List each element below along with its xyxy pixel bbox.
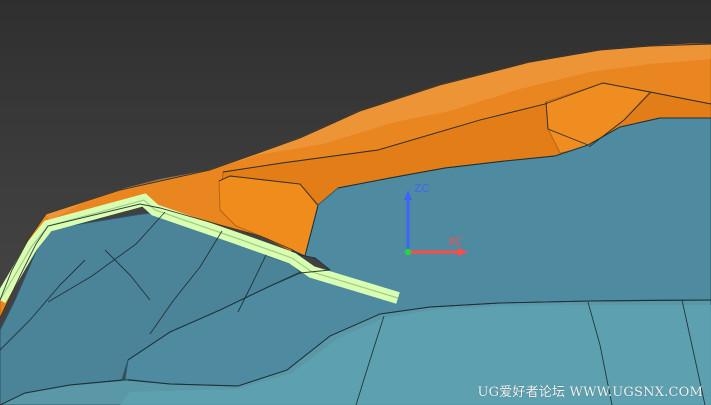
forum-watermark: UG爱好者论坛 WWW.UGSNX.COM <box>477 385 703 400</box>
xc-axis-label: XC <box>448 235 463 248</box>
cad-model-scene[interactable] <box>0 0 711 405</box>
zc-axis-label: ZC <box>414 182 430 195</box>
origin-point <box>404 248 412 256</box>
graphics-viewport[interactable]: ZC XC UG爱好者论坛 WWW.UGSNX.COM <box>0 0 711 405</box>
